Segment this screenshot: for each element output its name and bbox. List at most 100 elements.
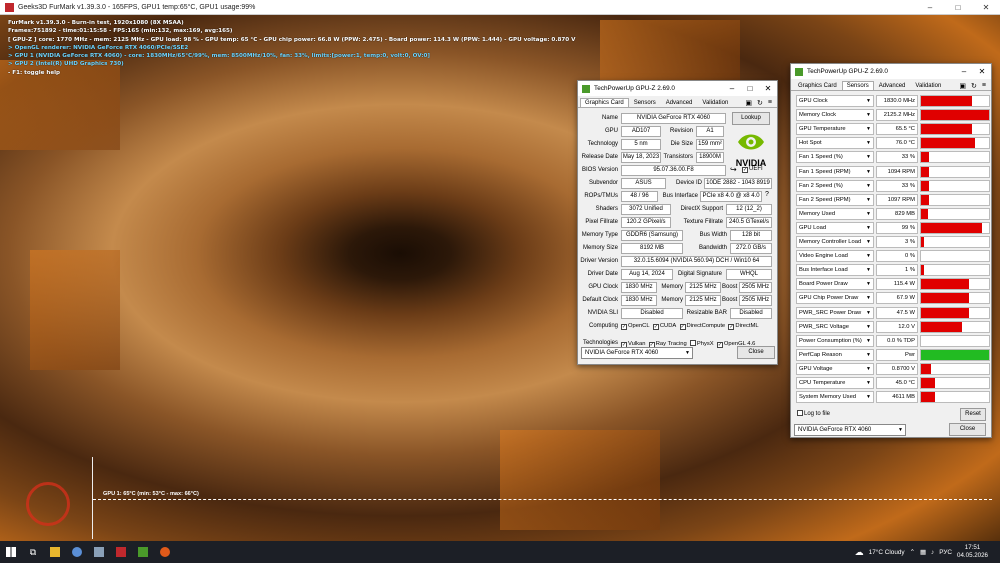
log-to-file-checkbox[interactable]: Log to file: [797, 410, 830, 417]
sensor-name[interactable]: Bus Interface Load ▼: [796, 264, 874, 277]
refresh-icon[interactable]: ↻: [757, 99, 763, 107]
close-button[interactable]: Close: [949, 423, 986, 436]
sensor-name[interactable]: Fan 2 Speed (RPM) ▼: [796, 193, 874, 206]
value-default-boost[interactable]: 2505 MHz: [739, 295, 772, 306]
value-transistors[interactable]: 18900M: [696, 152, 724, 163]
sensor-name[interactable]: Fan 1 Speed (RPM) ▼: [796, 165, 874, 178]
value-gpu-memory[interactable]: 2125 MHz: [685, 282, 721, 293]
value-revision[interactable]: A1: [696, 126, 724, 137]
furmark-taskbar-icon[interactable]: [110, 541, 132, 563]
value-driver-date[interactable]: Aug 14, 2024: [621, 269, 673, 280]
sensor-name[interactable]: GPU Load ▼: [796, 221, 874, 234]
checkbox-cuda[interactable]: ✓ CUDA: [652, 323, 676, 330]
file-explorer-icon[interactable]: [44, 541, 66, 563]
clock[interactable]: 17:51 04.05.2026: [957, 544, 988, 560]
close-icon[interactable]: ✕: [973, 67, 991, 76]
sensor-name[interactable]: PerfCap Reason ▼: [796, 348, 874, 361]
browser-icon[interactable]: [66, 541, 88, 563]
value-gpu-clock[interactable]: 1830 MHz: [621, 282, 657, 293]
value-resizable-bar[interactable]: Disabled: [730, 308, 772, 319]
value-pixel-fillrate[interactable]: 120.2 GPixel/s: [621, 217, 671, 228]
value-sli[interactable]: Disabled: [621, 308, 683, 319]
checkbox-opencl[interactable]: ✓ OpenCL: [621, 323, 650, 330]
sensor-name[interactable]: Memory Controller Load ▼: [796, 236, 874, 248]
sensor-name[interactable]: Memory Clock ▼: [796, 109, 874, 122]
sensor-name[interactable]: Fan 2 Speed (%) ▼: [796, 179, 874, 192]
weather-text[interactable]: 17°C Cloudy: [869, 549, 905, 556]
bus-help-icon[interactable]: ?: [765, 191, 769, 198]
checkbox-directcompute[interactable]: ✓ DirectCompute: [679, 323, 725, 330]
tab-validation[interactable]: Validation: [910, 81, 946, 90]
sensor-name[interactable]: Memory Used ▼: [796, 207, 874, 220]
value-bus-interface[interactable]: PCIe x8 4.0 @ x8 4.0: [700, 191, 762, 202]
sensor-name[interactable]: PWR_SRC Power Draw ▼: [796, 306, 874, 319]
sensor-name[interactable]: GPU Chip Power Draw ▼: [796, 292, 874, 305]
gpuz-sensors-titlebar[interactable]: TechPowerUp GPU-Z 2.69.0 – ✕: [791, 64, 991, 79]
share-icon[interactable]: ↪: [730, 165, 737, 174]
minimize-icon[interactable]: –: [723, 84, 741, 93]
maximize-icon[interactable]: □: [741, 84, 759, 93]
gpuz-card-titlebar[interactable]: TechPowerUp GPU-Z 2.69.0 – □ ✕: [578, 81, 777, 96]
app-icon[interactable]: [88, 541, 110, 563]
gpuz-taskbar-icon[interactable]: [132, 541, 154, 563]
gpuz-card-window[interactable]: TechPowerUp GPU-Z 2.69.0 – □ ✕ Graphics …: [577, 80, 778, 365]
furmark-titlebar[interactable]: Geeks3D FurMark v1.39.3.0 - 165FPS, GPU1…: [0, 0, 1000, 15]
value-subvendor[interactable]: ASUS: [621, 178, 666, 189]
tab-validation[interactable]: Validation: [697, 98, 733, 107]
camera-icon[interactable]: ▣: [745, 99, 752, 107]
sensor-name[interactable]: System Memory Used ▼: [796, 391, 874, 404]
close-icon[interactable]: ✕: [972, 3, 1000, 12]
sensor-name[interactable]: GPU Voltage ▼: [796, 362, 874, 375]
tab-graphics-card[interactable]: Graphics Card: [580, 98, 629, 107]
camera-icon[interactable]: ▣: [959, 82, 966, 90]
sensor-name[interactable]: Hot Spot ▼: [796, 137, 874, 150]
checkbox-directml[interactable]: ✓ DirectML: [728, 323, 759, 330]
network-icon[interactable]: ▦: [920, 548, 926, 556]
close-button[interactable]: Close: [737, 346, 775, 359]
value-name[interactable]: NVIDIA GeForce RTX 4060: [621, 113, 726, 124]
lookup-button[interactable]: Lookup: [732, 112, 770, 125]
sensor-name[interactable]: Fan 1 Speed (%) ▼: [796, 151, 874, 164]
sensor-name[interactable]: Board Power Draw ▼: [796, 278, 874, 291]
tab-sensors[interactable]: Sensors: [841, 81, 874, 90]
sensor-name[interactable]: GPU Temperature ▼: [796, 123, 874, 136]
value-default-memory[interactable]: 2125 MHz: [685, 295, 721, 306]
furmark-active-icon[interactable]: [154, 541, 176, 563]
value-texture-fillrate[interactable]: 240.5 GTexel/s: [726, 217, 772, 228]
windows-start-icon[interactable]: [0, 541, 22, 563]
value-shaders[interactable]: 3072 Unified: [621, 204, 671, 215]
tab-advanced[interactable]: Advanced: [874, 81, 911, 90]
uefi-checkbox[interactable]: ✓ UEFI: [742, 166, 763, 173]
sensor-name[interactable]: Video Engine Load ▼: [796, 250, 874, 263]
value-default-clock[interactable]: 1830 MHz: [621, 295, 657, 306]
value-device-id[interactable]: 10DE 2882 - 1043 8919: [704, 178, 772, 189]
tab-graphics-card[interactable]: Graphics Card: [793, 81, 842, 90]
value-release-date[interactable]: May 18, 2023: [621, 152, 661, 163]
value-memory-type[interactable]: GDDR6 (Samsung): [621, 230, 683, 241]
gpuz-sensors-window[interactable]: TechPowerUp GPU-Z 2.69.0 – ✕ Graphics Ca…: [790, 63, 992, 438]
language-indicator[interactable]: РУС: [939, 549, 952, 556]
sensor-name[interactable]: PWR_SRC Voltage ▼: [796, 320, 874, 333]
sensor-name[interactable]: Power Consumption (%) ▼: [796, 334, 874, 347]
refresh-icon[interactable]: ↻: [971, 82, 977, 90]
reset-button[interactable]: Reset: [960, 408, 986, 421]
value-technology[interactable]: 5 nm: [621, 139, 661, 150]
menu-icon[interactable]: ≡: [982, 82, 986, 90]
checkbox-physx[interactable]: PhysX: [689, 340, 714, 347]
sensor-name[interactable]: GPU Clock ▼: [796, 95, 874, 107]
value-die-size[interactable]: 159 mm²: [696, 139, 724, 150]
sensor-name[interactable]: CPU Temperature ▼: [796, 377, 874, 389]
value-memory-size[interactable]: 8192 MB: [621, 243, 683, 254]
chevron-up-icon[interactable]: ⌃: [910, 548, 915, 556]
minimize-icon[interactable]: –: [955, 67, 973, 76]
value-digital-signature[interactable]: WHQL: [726, 269, 772, 280]
tab-advanced[interactable]: Advanced: [661, 98, 698, 107]
value-directx[interactable]: 12 (12_2): [726, 204, 772, 215]
value-bandwidth[interactable]: 272.0 GB/s: [730, 243, 772, 254]
gpu-select-dropdown[interactable]: NVIDIA GeForce RTX 4060 ▼: [581, 347, 693, 359]
value-bus-width[interactable]: 128 bit: [730, 230, 772, 241]
maximize-icon[interactable]: □: [944, 3, 972, 12]
close-icon[interactable]: ✕: [759, 84, 777, 93]
value-gpu-boost[interactable]: 2505 MHz: [739, 282, 772, 293]
speaker-icon[interactable]: ♪: [931, 549, 934, 556]
